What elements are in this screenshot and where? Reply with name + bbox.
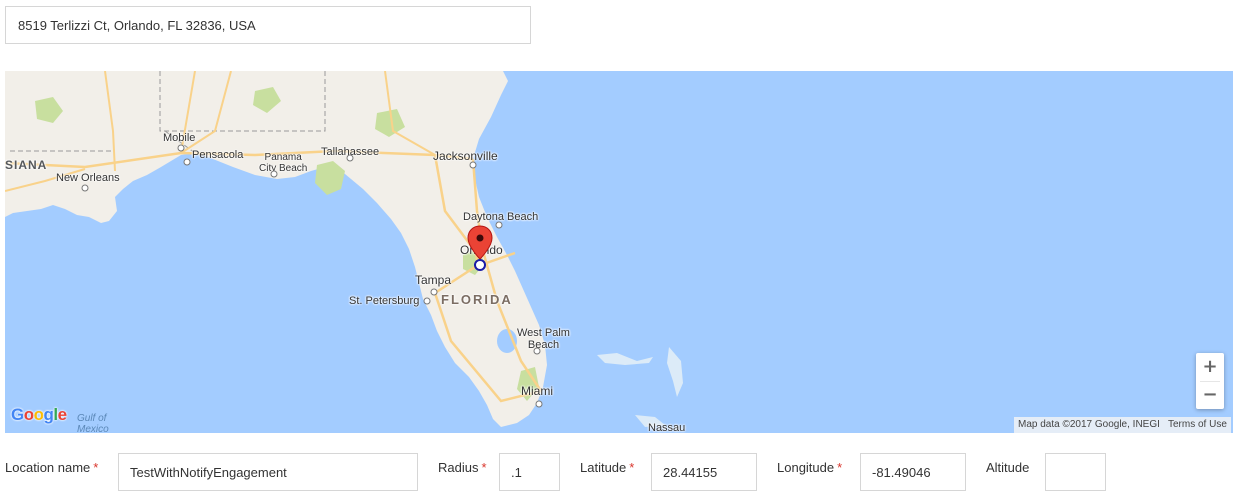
- map-city-dots: [81, 144, 543, 408]
- zoom-out-button[interactable]: −: [1196, 381, 1224, 409]
- longitude-label-text: Longitude: [777, 460, 835, 475]
- latitude-label: Latitude *: [580, 460, 634, 475]
- required-marker: *: [629, 460, 635, 475]
- zoom-control: + −: [1196, 353, 1224, 409]
- zoom-in-button[interactable]: +: [1196, 353, 1224, 381]
- location-marker[interactable]: [467, 225, 493, 274]
- map-attribution: Map data ©2017 Google, INEGI: [1014, 417, 1164, 433]
- latitude-input[interactable]: [651, 453, 757, 491]
- location-name-label: Location name *: [5, 460, 98, 475]
- zoom-divider: [1200, 381, 1220, 382]
- terms-of-use-link[interactable]: Terms of Use: [1164, 417, 1231, 433]
- latitude-label-text: Latitude: [580, 460, 627, 475]
- required-marker: *: [837, 460, 843, 475]
- altitude-label: Altitude: [986, 460, 1029, 475]
- location-name-label-text: Location name: [5, 460, 91, 475]
- radius-label: Radius *: [438, 460, 487, 475]
- longitude-input[interactable]: [860, 453, 966, 491]
- map-pin-icon: [467, 225, 493, 271]
- radius-input[interactable]: [499, 453, 560, 491]
- google-logo[interactable]: Google: [11, 405, 67, 425]
- required-marker: *: [481, 460, 487, 475]
- altitude-label-text: Altitude: [986, 460, 1030, 475]
- required-marker: *: [93, 460, 99, 475]
- location-name-input[interactable]: [118, 453, 418, 491]
- address-input[interactable]: [5, 6, 531, 44]
- longitude-label: Longitude *: [777, 460, 842, 475]
- map-view[interactable]: SIANA Mobile Pensacola Panama City Beach…: [5, 71, 1233, 433]
- radius-label-text: Radius: [438, 460, 479, 475]
- altitude-input[interactable]: [1045, 453, 1106, 491]
